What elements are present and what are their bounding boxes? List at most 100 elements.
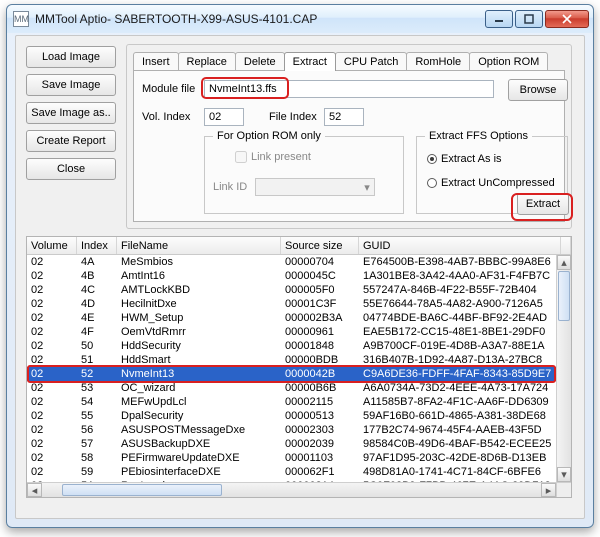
extract-button[interactable]: Extract <box>517 193 569 215</box>
link-present-label: Link present <box>251 151 311 163</box>
file-index-input[interactable] <box>324 108 364 126</box>
cell-vol: 02 <box>27 423 77 437</box>
horizontal-scroll-track[interactable] <box>42 483 541 497</box>
vol-index-input[interactable] <box>204 108 244 126</box>
col-source-size[interactable]: Source size <box>281 237 359 254</box>
cell-idx: 56 <box>77 423 117 437</box>
cell-fn: DpalSecurity <box>117 409 281 423</box>
cell-fn: MEFwUpdLcl <box>117 395 281 409</box>
minimize-button[interactable] <box>485 10 513 28</box>
cell-src: 000002B3A <box>281 311 359 325</box>
table-row[interactable]: 024EHWM_Setup000002B3A04774BDE-BA6C-44BF… <box>27 311 556 325</box>
vol-index-label: Vol. Index <box>142 111 190 123</box>
chevron-down-icon: ▾ <box>360 181 374 194</box>
cell-idx: 4D <box>77 297 117 311</box>
cell-guid: C9A6DE36-FDFF-4FAF-8343-85D9E7 <box>359 367 556 381</box>
col-filename[interactable]: FileName <box>117 237 281 254</box>
tab-delete[interactable]: Delete <box>235 52 285 71</box>
table-row[interactable]: 0255DpalSecurity0000051359AF16B0-661D-48… <box>27 409 556 423</box>
table-row[interactable]: 0253OC_wizard00000B6BA6A0734A-73D2-4EEE-… <box>27 381 556 395</box>
create-report-button[interactable]: Create Report <box>26 130 116 152</box>
extract-uncompressed-radio[interactable]: Extract UnCompressed <box>427 177 555 189</box>
vertical-scroll-thumb[interactable] <box>558 271 570 321</box>
module-file-input[interactable] <box>204 80 494 98</box>
cell-fn: AMTLockKBD <box>117 283 281 297</box>
table-row[interactable]: 0259PEbiosinterfaceDXE000062F1498D81A0-1… <box>27 465 556 479</box>
link-present-checkbox: Link present <box>235 151 311 163</box>
cell-guid: A6A0734A-73D2-4EEE-4A73-17A724 <box>359 381 556 395</box>
option-rom-legend: For Option ROM only <box>213 130 325 142</box>
ffs-options-group: Extract FFS Options Extract As is Extrac… <box>416 136 568 214</box>
maximize-button[interactable] <box>515 10 543 28</box>
vertical-scrollbar[interactable]: ▴ ▾ <box>556 255 571 482</box>
table-row[interactable]: 0250HddSecurity00001848A9B700CF-019E-4D8… <box>27 339 556 353</box>
cell-src: 00001C3F <box>281 297 359 311</box>
scroll-down-button[interactable]: ▾ <box>557 467 571 482</box>
tab-cpu-patch[interactable]: CPU Patch <box>335 52 407 71</box>
cell-guid: 04774BDE-BA6C-44BF-BF92-2E4AD <box>359 311 556 325</box>
cell-vol: 02 <box>27 465 77 479</box>
save-image-as-button[interactable]: Save Image as.. <box>26 102 116 124</box>
scroll-left-button[interactable]: ◂ <box>27 483 42 497</box>
cell-src: 00000704 <box>281 255 359 269</box>
cell-guid: A11585B7-8FA2-4F1C-AA6F-DD6309 <box>359 395 556 409</box>
col-guid[interactable]: GUID <box>359 237 561 254</box>
cell-idx: 4E <box>77 311 117 325</box>
load-image-button[interactable]: Load Image <box>26 46 116 68</box>
cell-vol: 02 <box>27 353 77 367</box>
horizontal-scrollbar[interactable]: ◂ ▸ <box>27 482 556 497</box>
scroll-up-button[interactable]: ▴ <box>557 255 571 270</box>
table-row[interactable]: 024BAmtInt160000045C1A301BE8-3A42-4AA0-A… <box>27 269 556 283</box>
table-row[interactable]: 024CAMTLockKBD000005F0557247A-846B-4F22-… <box>27 283 556 297</box>
browse-button[interactable]: Browse <box>508 79 568 101</box>
close-button[interactable] <box>545 10 589 28</box>
tab-romhole[interactable]: RomHole <box>406 52 470 71</box>
table-row[interactable]: 024AMeSmbios00000704E764500B-E398-4AB7-B… <box>27 255 556 269</box>
table-row[interactable]: 0258PEFirmwareUpdateDXE0000110397AF1D95-… <box>27 451 556 465</box>
extract-asis-radio[interactable]: Extract As is <box>427 153 502 165</box>
table-row[interactable]: 024FOemVtdRmrr00000961EAE5B172-CC15-48E1… <box>27 325 556 339</box>
resize-grip[interactable] <box>556 482 571 497</box>
tab-insert[interactable]: Insert <box>133 52 179 71</box>
table-row[interactable]: 0254MEFwUpdLcl00002115A11585B7-8FA2-4F1C… <box>27 395 556 409</box>
title-bar[interactable]: MM MMTool Aptio- SABERTOOTH-X99-ASUS-410… <box>7 5 593 33</box>
cell-fn: PEFirmwareUpdateDXE <box>117 451 281 465</box>
cell-idx: 4A <box>77 255 117 269</box>
tab-replace[interactable]: Replace <box>178 52 236 71</box>
cell-vol: 02 <box>27 381 77 395</box>
table-row[interactable]: 0251HddSmart00000BDB316B407B-1D92-4A87-D… <box>27 353 556 367</box>
top-panel: Insert Replace Delete Extract CPU Patch … <box>126 44 572 229</box>
cell-fn: ASUSBackupDXE <box>117 437 281 451</box>
cell-src: 00001103 <box>281 451 359 465</box>
cell-fn: HddSmart <box>117 353 281 367</box>
link-id-label: Link ID <box>213 181 247 193</box>
tab-option-rom[interactable]: Option ROM <box>469 52 548 71</box>
cell-src: 000062F1 <box>281 465 359 479</box>
module-file-label: Module file <box>142 83 195 95</box>
link-present-input <box>235 151 247 163</box>
cell-guid: 1A301BE8-3A42-4AA0-AF31-F4FB7C <box>359 269 556 283</box>
client-area: Load Image Save Image Save Image as.. Cr… <box>15 35 585 519</box>
cell-idx: 58 <box>77 451 117 465</box>
cell-fn: MeSmbios <box>117 255 281 269</box>
cell-idx: 59 <box>77 465 117 479</box>
col-spacer <box>561 237 571 254</box>
scroll-right-button[interactable]: ▸ <box>541 483 556 497</box>
col-volume[interactable]: Volume <box>27 237 77 254</box>
table-row[interactable]: 0257ASUSBackupDXE0000203998584C0B-49D6-4… <box>27 437 556 451</box>
link-id-dropdown: ▾ <box>255 178 375 196</box>
cell-vol: 02 <box>27 451 77 465</box>
table-row[interactable]: 0256ASUSPOSTMessageDxe00002303177B2C74-9… <box>27 423 556 437</box>
cell-idx: 4C <box>77 283 117 297</box>
table-row[interactable]: 024DHecilnitDxe00001C3F55E76644-78A5-4A8… <box>27 297 556 311</box>
cell-vol: 02 <box>27 395 77 409</box>
tab-extract[interactable]: Extract <box>284 52 336 71</box>
horizontal-scroll-thumb[interactable] <box>62 484 222 496</box>
close-button-sidebar[interactable]: Close <box>26 158 116 180</box>
table-row[interactable]: 0252NvmeInt130000042BC9A6DE36-FDFF-4FAF-… <box>27 367 556 381</box>
table-body[interactable]: 024AMeSmbios00000704E764500B-E398-4AB7-B… <box>27 255 556 482</box>
col-index[interactable]: Index <box>77 237 117 254</box>
cell-src: 00002039 <box>281 437 359 451</box>
save-image-button[interactable]: Save Image <box>26 74 116 96</box>
cell-src: 00000B6B <box>281 381 359 395</box>
